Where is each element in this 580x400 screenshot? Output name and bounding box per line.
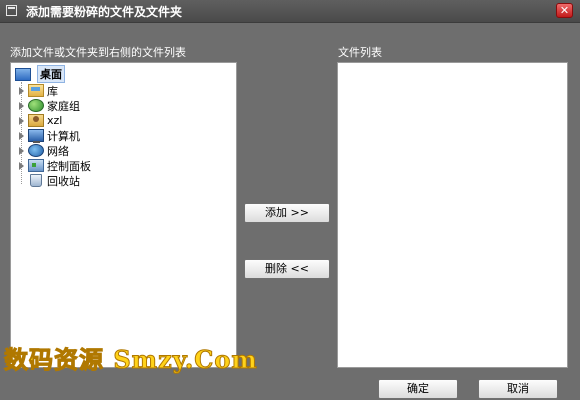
user-folder-icon [28, 114, 44, 127]
expand-arrow-icon[interactable] [19, 101, 24, 110]
close-button[interactable]: ✕ [556, 3, 573, 18]
tree-item-label: 回收站 [47, 174, 80, 188]
tree-item-label: 计算机 [47, 129, 80, 143]
tree-item-desktop[interactable]: 桌面 [15, 65, 65, 83]
window-title: 添加需要粉碎的文件及文件夹 [26, 5, 183, 19]
tree-item-library[interactable]: 库 [19, 83, 58, 98]
desktop-icon [15, 67, 31, 81]
tree-item-label: 家庭组 [47, 99, 80, 113]
computer-icon [28, 129, 44, 143]
expand-arrow-icon[interactable] [19, 161, 24, 170]
tree-item-computer[interactable]: 计算机 [19, 128, 80, 143]
expand-arrow-icon[interactable] [19, 131, 24, 140]
tree-item-label: 库 [47, 84, 58, 98]
expand-arrow-icon[interactable] [19, 146, 24, 155]
add-button[interactable]: 添加 >> [244, 203, 330, 223]
close-icon: ✕ [559, 4, 570, 17]
network-icon [28, 144, 44, 157]
expand-arrow-icon[interactable] [19, 116, 24, 125]
folder-tree[interactable]: 桌面 库 家庭组 xzl 计算机 网络 控制面板 回收站 [10, 62, 237, 368]
tree-item-label: 桌面 [37, 65, 65, 83]
source-panel-label: 添加文件或文件夹到右侧的文件列表 [10, 46, 186, 59]
tree-item-user[interactable]: xzl [19, 113, 62, 128]
tree-item-label: xzl [47, 114, 63, 127]
ok-button[interactable]: 确定 [378, 379, 458, 399]
tree-item-network[interactable]: 网络 [19, 143, 69, 158]
expand-arrow-icon[interactable] [19, 86, 24, 95]
cancel-button[interactable]: 取消 [478, 379, 558, 399]
tree-item-label: 网络 [47, 144, 69, 158]
library-icon [28, 84, 44, 97]
control-panel-icon [28, 159, 44, 172]
recycle-bin-icon [30, 174, 42, 187]
tree-item-recycle-bin[interactable]: 回收站 [19, 173, 80, 188]
title-bar: 添加需要粉碎的文件及文件夹 ✕ [0, 0, 580, 23]
remove-button[interactable]: 删除 << [244, 259, 330, 279]
window-icon [6, 5, 17, 16]
file-list[interactable] [337, 62, 568, 368]
tree-item-label: 控制面板 [47, 159, 91, 173]
tree-item-homegroup[interactable]: 家庭组 [19, 98, 80, 113]
homegroup-icon [28, 99, 44, 112]
tree-item-control-panel[interactable]: 控制面板 [19, 158, 91, 173]
file-list-label: 文件列表 [338, 46, 382, 59]
